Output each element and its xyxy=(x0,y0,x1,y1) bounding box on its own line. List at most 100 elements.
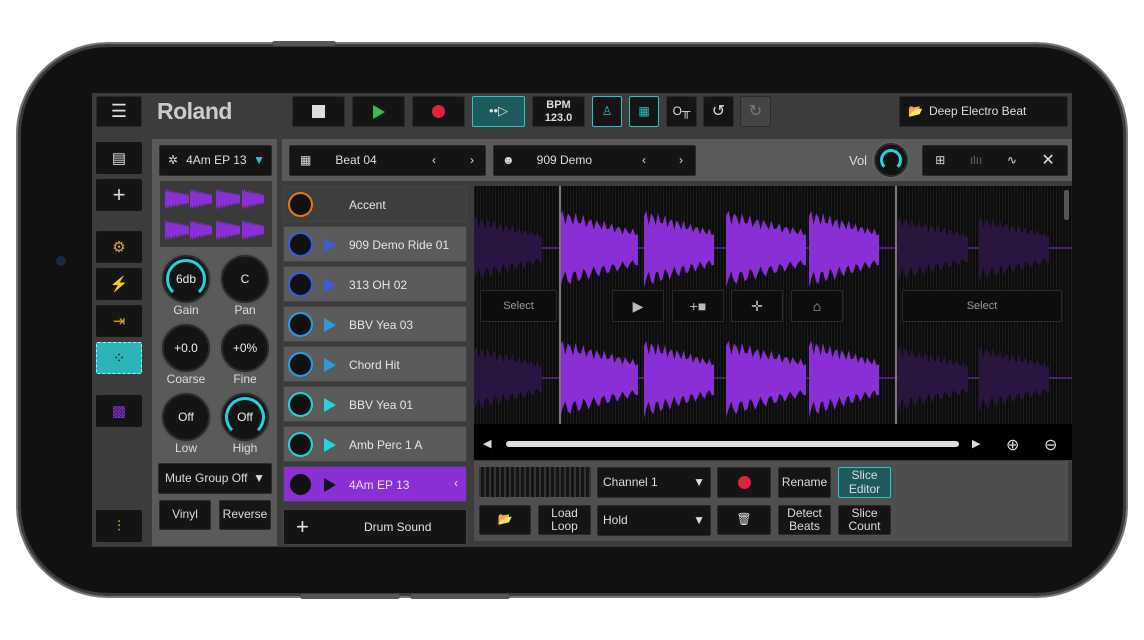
pad-6[interactable]: Amb Perc 1 A xyxy=(283,426,467,462)
play-icon[interactable] xyxy=(324,238,336,252)
reverse-button[interactable]: Reverse xyxy=(219,500,271,530)
roland-logo: Roland xyxy=(157,98,232,124)
bpm-button[interactable]: BPM 123.0 xyxy=(532,96,585,127)
detect-beats-button[interactable]: Detect Beats xyxy=(778,505,831,535)
mute-group-select[interactable]: Mute Group Off ▼ xyxy=(158,463,272,494)
grid-icon: ▦ xyxy=(638,103,650,118)
playback-mode-select[interactable]: Hold ▼ xyxy=(597,505,711,536)
play-icon[interactable] xyxy=(324,358,336,372)
pad-level-knob[interactable] xyxy=(288,392,313,417)
delete-button[interactable]: 🗑 xyxy=(717,505,771,535)
pad-level-knob[interactable] xyxy=(288,272,313,297)
chevron-left-icon[interactable]: ‹ xyxy=(454,476,458,490)
sample-record-button[interactable] xyxy=(717,467,771,498)
play-icon[interactable] xyxy=(324,398,336,412)
pad-level-knob[interactable] xyxy=(288,472,313,497)
bpm-value: 123.0 xyxy=(544,111,573,124)
split-slice-button[interactable]: ✛ xyxy=(731,290,783,322)
knob-low[interactable]: Off xyxy=(162,393,210,441)
play-icon[interactable] xyxy=(324,278,336,292)
metronome-icon: ♙ xyxy=(601,103,613,118)
channel-select[interactable]: Channel 1 ▼ xyxy=(597,467,711,498)
slice-play-button[interactable]: ▶ xyxy=(612,290,664,322)
knob-coarse[interactable]: +0.0 xyxy=(162,324,210,372)
nav-fx[interactable]: ⚡ xyxy=(96,268,142,300)
drum-icon[interactable]: ⊞ xyxy=(935,153,945,167)
nav-pads[interactable]: ▩ xyxy=(96,395,142,427)
prev-kit-icon[interactable]: ‹ xyxy=(642,153,646,167)
rename-button[interactable]: Rename xyxy=(778,467,831,498)
waveform-slice xyxy=(560,340,638,418)
vertical-scrollbar[interactable] xyxy=(1064,190,1069,220)
kit-select[interactable]: ☻ 909 Demo ‹ › xyxy=(493,145,696,176)
select-right-button[interactable]: Select xyxy=(902,290,1062,322)
vinyl-button[interactable]: Vinyl xyxy=(159,500,211,530)
add-drum-sound-button[interactable]: + Drum Sound xyxy=(283,509,467,545)
erase-slice-button[interactable]: ⌂ xyxy=(791,290,843,322)
play-icon[interactable] xyxy=(324,318,336,332)
slice-boundary[interactable] xyxy=(895,186,897,424)
pad-4[interactable]: Chord Hit xyxy=(283,346,467,382)
play-button[interactable] xyxy=(352,96,405,127)
slice-boundary[interactable] xyxy=(559,186,561,424)
zoom-out-icon[interactable]: ⊖ xyxy=(1044,435,1057,455)
nav-import[interactable]: ⇥ xyxy=(96,305,142,337)
record-button[interactable] xyxy=(412,96,465,127)
nav-kit[interactable]: ▤ xyxy=(96,142,142,174)
pad-7[interactable]: 4Am EP 13 ‹ xyxy=(283,466,467,502)
pad-level-knob[interactable] xyxy=(288,232,313,257)
pad-level-knob[interactable] xyxy=(288,352,313,377)
pad-level-knob[interactable] xyxy=(288,312,313,337)
knob-high[interactable]: Off xyxy=(221,393,269,441)
play-icon[interactable] xyxy=(324,478,336,492)
horizontal-scrollbar[interactable] xyxy=(506,441,959,447)
pattern-play-button[interactable]: ••▷ xyxy=(472,96,525,127)
mixer-icon: ⫶ xyxy=(117,517,121,535)
waveform-slice-dim xyxy=(898,346,968,412)
prev-beat-icon[interactable]: ‹ xyxy=(432,153,436,167)
knob-fine[interactable]: +0% xyxy=(221,324,269,372)
pad-level-knob[interactable] xyxy=(288,432,313,457)
select-left-button[interactable]: Select xyxy=(480,290,557,322)
zoom-in-icon[interactable]: ⊕ xyxy=(1006,435,1019,455)
volume-knob[interactable] xyxy=(874,143,908,177)
key-button[interactable]: O╥ xyxy=(666,96,697,127)
redo-button[interactable]: ↻ xyxy=(740,96,771,127)
pad-level-knob[interactable] xyxy=(288,192,313,217)
automation-icon[interactable]: ∿ xyxy=(1007,153,1017,167)
next-beat-icon[interactable]: › xyxy=(470,153,474,167)
menu-button[interactable]: ☰ xyxy=(96,96,142,127)
slice-editor-button[interactable]: Slice Editor xyxy=(838,467,891,498)
instrument-select[interactable]: ✲ 4Am EP 13 ▼ xyxy=(159,145,272,176)
trash-icon: 🗑 xyxy=(736,512,752,527)
pad-5[interactable]: BBV Yea 01 xyxy=(283,386,467,422)
pad-label: Chord Hit xyxy=(349,358,400,372)
pad-0[interactable]: Accent xyxy=(283,186,467,222)
slice-count-button[interactable]: Slice Count xyxy=(838,505,891,535)
undo-button[interactable]: ↺ xyxy=(703,96,734,127)
grid-button[interactable]: ▦ xyxy=(629,96,659,127)
play-icon[interactable] xyxy=(324,438,336,452)
bars-icon[interactable]: ılıı xyxy=(970,153,983,167)
load-loop-button[interactable]: Load Loop xyxy=(538,505,591,535)
next-kit-icon[interactable]: › xyxy=(679,153,683,167)
project-button[interactable]: 📂 Deep Electro Beat xyxy=(899,96,1068,127)
knob-pan[interactable]: C xyxy=(221,255,269,303)
scroll-left-icon[interactable]: ◀ xyxy=(483,437,491,450)
nav-add[interactable]: + xyxy=(96,179,142,211)
folder-icon: 📂 xyxy=(497,512,513,527)
open-sample-button[interactable]: 📂 xyxy=(479,505,531,535)
nav-mixer[interactable]: ⫶ xyxy=(96,510,142,542)
stop-button[interactable] xyxy=(292,96,345,127)
beat-select[interactable]: ▦ Beat 04 ‹ › xyxy=(289,145,486,176)
pad-2[interactable]: 313 OH 02 xyxy=(283,266,467,302)
knob-gain[interactable]: 6db xyxy=(162,255,210,303)
add-slice-button[interactable]: +■ xyxy=(672,290,724,322)
scroll-right-icon[interactable]: ▶ xyxy=(972,437,980,450)
metronome-button[interactable]: ♙ xyxy=(592,96,622,127)
close-icon[interactable]: ✕ xyxy=(1041,152,1054,170)
pad-3[interactable]: BBV Yea 03 xyxy=(283,306,467,342)
nav-tune[interactable]: ⚙ xyxy=(96,231,142,263)
nav-sample[interactable]: ⁘ xyxy=(96,342,142,374)
pad-1[interactable]: 909 Demo Ride 01 xyxy=(283,226,467,262)
